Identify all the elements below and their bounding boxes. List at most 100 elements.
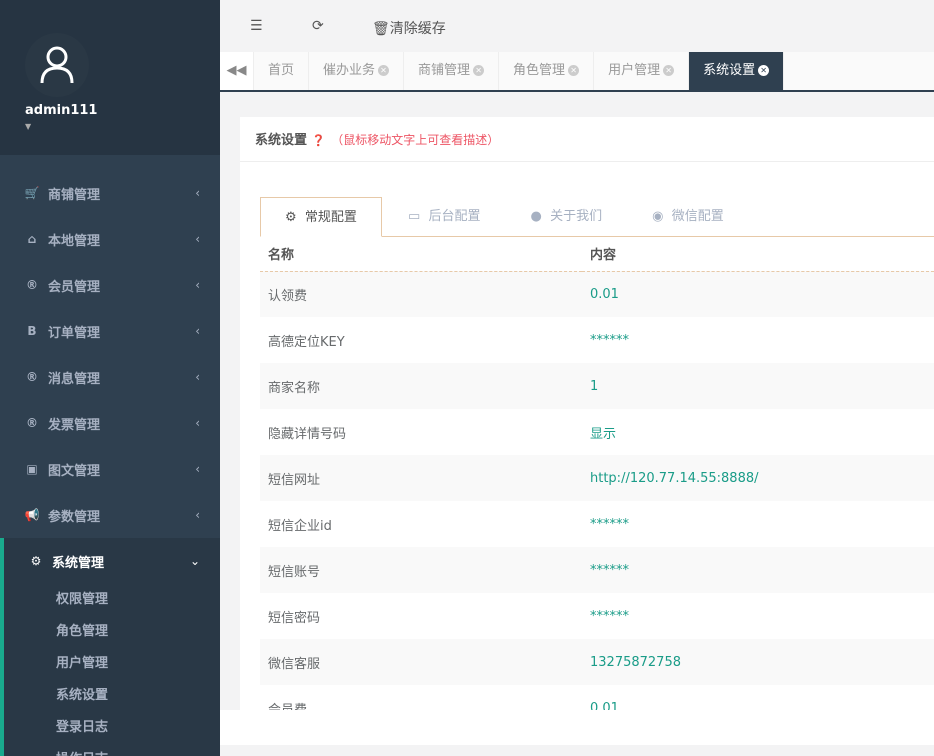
sidebar-item[interactable]: B 订单管理 ‹	[0, 308, 220, 354]
menu-toggle-icon[interactable]: ☰	[250, 18, 263, 34]
sidebar-item-label: 订单管理	[48, 325, 101, 341]
registered-icon: ®	[26, 416, 38, 430]
setting-value[interactable]: ******	[582, 593, 934, 639]
page-tab[interactable]: 首页	[254, 52, 310, 90]
tabs-back-button[interactable]: ◀◀	[220, 52, 254, 90]
footer	[220, 710, 934, 745]
sidebar-item[interactable]: 📢 参数管理 ‹	[0, 492, 220, 538]
sidebar-item-label: 参数管理	[48, 509, 101, 525]
username[interactable]: admin111	[25, 103, 220, 118]
table-row: 短信网址 http://120.77.14.55:8888/	[260, 455, 934, 501]
page-tab[interactable]: 用户管理 ✕	[594, 52, 690, 90]
settings-table: 名称 内容 认领费 0.01 高德定位KEY ****** 商家名称 1 隐藏详情号码 显示 短信…	[260, 237, 934, 731]
submenu-item[interactable]: 操作日志	[4, 744, 220, 756]
setting-name[interactable]: 商家名称	[260, 363, 582, 409]
table-row: 认领费 0.01	[260, 271, 934, 317]
android-icon: ●	[530, 209, 542, 224]
sidebar-item-label: 发票管理	[48, 417, 101, 433]
setting-value[interactable]: 1	[582, 363, 934, 409]
sidebar-item-label: 系统管理	[52, 555, 105, 571]
page-tab[interactable]: 催办业务 ✕	[309, 52, 405, 90]
setting-name[interactable]: 微信客服	[260, 639, 582, 685]
config-tab-label: 关于我们	[550, 209, 603, 224]
home-icon: ⌂	[27, 232, 37, 246]
table-row: 短信企业id ******	[260, 501, 934, 547]
desktop-icon: ▭	[407, 209, 421, 224]
sidebar-item[interactable]: 🛒 商铺管理 ‹	[0, 170, 220, 216]
sidebar-item-system[interactable]: ⚙ 系统管理 ⌄	[0, 538, 220, 584]
sidebar-item-label: 本地管理	[48, 233, 101, 249]
tab-label: 系统设置	[703, 63, 756, 78]
setting-value[interactable]: 0.01	[582, 271, 934, 317]
user-icon	[40, 46, 74, 84]
panel-hint: （鼠标移动文字上可查看描述）	[331, 133, 500, 147]
sidebar-item[interactable]: ▣ 图文管理 ‹	[0, 446, 220, 492]
chevron-left-icon: ‹	[195, 416, 200, 430]
submenu-item[interactable]: 登录日志	[4, 712, 220, 744]
profile: admin111 ▼	[0, 0, 220, 155]
page-tab[interactable]: 系统设置 ✕	[689, 52, 785, 90]
setting-name[interactable]: 隐藏详情号码	[260, 409, 582, 455]
setting-value[interactable]: ******	[582, 317, 934, 363]
close-tab-icon[interactable]: ✕	[758, 65, 770, 76]
cogs-icon: ⚙	[285, 210, 297, 225]
close-tab-icon[interactable]: ✕	[568, 65, 580, 76]
page-tab[interactable]: 商铺管理 ✕	[404, 52, 500, 90]
topbar: ☰ ⟳ 🗑清除缓存	[220, 0, 934, 52]
setting-name[interactable]: 认领费	[260, 271, 582, 317]
page-tabs: ◀◀ 首页 催办业务 ✕ 商铺管理 ✕ 角色管理 ✕ 用户管理 ✕ 系统设置 ✕	[220, 52, 934, 92]
setting-name[interactable]: 短信网址	[260, 455, 582, 501]
header-content: 内容	[582, 237, 934, 272]
submenu-item[interactable]: 用户管理	[4, 648, 220, 680]
caret-down-icon[interactable]: ▼	[25, 122, 220, 131]
close-tab-icon[interactable]: ✕	[378, 65, 390, 76]
sidebar-item[interactable]: ® 会员管理 ‹	[0, 262, 220, 308]
table-row: 短信密码 ******	[260, 593, 934, 639]
tab-label: 首页	[268, 63, 295, 78]
settings-panel: 系统设置 ❓ （鼠标移动文字上可查看描述） ⚙ 常规配置 ▭ 后台配置 ● 关于我们 ◉…	[240, 117, 934, 718]
tab-label: 角色管理	[513, 63, 566, 78]
config-tab[interactable]: ⚙ 常规配置	[260, 197, 382, 237]
close-tab-icon[interactable]: ✕	[663, 65, 675, 76]
config-tab[interactable]: ◉ 微信配置	[628, 197, 748, 237]
panel-title: 系统设置	[255, 133, 308, 148]
setting-value[interactable]: ******	[582, 547, 934, 593]
submenu-item[interactable]: 权限管理	[4, 584, 220, 616]
table-row: 高德定位KEY ******	[260, 317, 934, 363]
config-tab[interactable]: ● 关于我们	[507, 197, 627, 237]
submenu-item[interactable]: 系统设置	[4, 680, 220, 712]
setting-value[interactable]: http://120.77.14.55:8888/	[582, 455, 934, 501]
table-row: 短信账号 ******	[260, 547, 934, 593]
chevron-left-icon: ‹	[195, 462, 200, 476]
sidebar-item[interactable]: ® 消息管理 ‹	[0, 354, 220, 400]
chevron-left-icon: ‹	[195, 186, 200, 200]
page-tab[interactable]: 角色管理 ✕	[499, 52, 595, 90]
avatar[interactable]	[25, 33, 89, 97]
setting-value[interactable]: 13275872758	[582, 639, 934, 685]
setting-name[interactable]: 高德定位KEY	[260, 317, 582, 363]
cart-icon: 🛒	[24, 186, 40, 200]
sidebar-item[interactable]: ⌂ 本地管理 ‹	[0, 216, 220, 262]
tab-label: 商铺管理	[418, 63, 471, 78]
bullhorn-icon: 📢	[24, 508, 40, 522]
sidebar-item-label: 图文管理	[48, 463, 101, 479]
config-tab[interactable]: ▭ 后台配置	[384, 197, 505, 237]
tab-label: 催办业务	[323, 63, 376, 78]
help-icon[interactable]: ❓	[312, 134, 326, 147]
bold-icon: B	[27, 324, 37, 338]
setting-name[interactable]: 短信企业id	[260, 501, 582, 547]
refresh-icon[interactable]: ⟳	[312, 18, 324, 34]
clear-cache-label: 清除缓存	[389, 21, 446, 37]
submenu-item[interactable]: 角色管理	[4, 616, 220, 648]
setting-value[interactable]: 显示	[582, 409, 934, 455]
sidebar: admin111 ▼ 🛒 商铺管理 ‹ ⌂ 本地管理 ‹ ® 会员管理 ‹ B 订单管理 ‹ ® 消息管理…	[0, 0, 220, 756]
clear-cache-button[interactable]: 🗑清除缓存	[372, 18, 446, 38]
chevron-left-icon: ‹	[195, 278, 200, 292]
sidebar-item[interactable]: ® 发票管理 ‹	[0, 400, 220, 446]
setting-name[interactable]: 短信密码	[260, 593, 582, 639]
config-tab-label: 微信配置	[671, 209, 724, 224]
chevron-left-icon: ‹	[195, 508, 200, 522]
setting-name[interactable]: 短信账号	[260, 547, 582, 593]
close-tab-icon[interactable]: ✕	[473, 65, 485, 76]
setting-value[interactable]: ******	[582, 501, 934, 547]
